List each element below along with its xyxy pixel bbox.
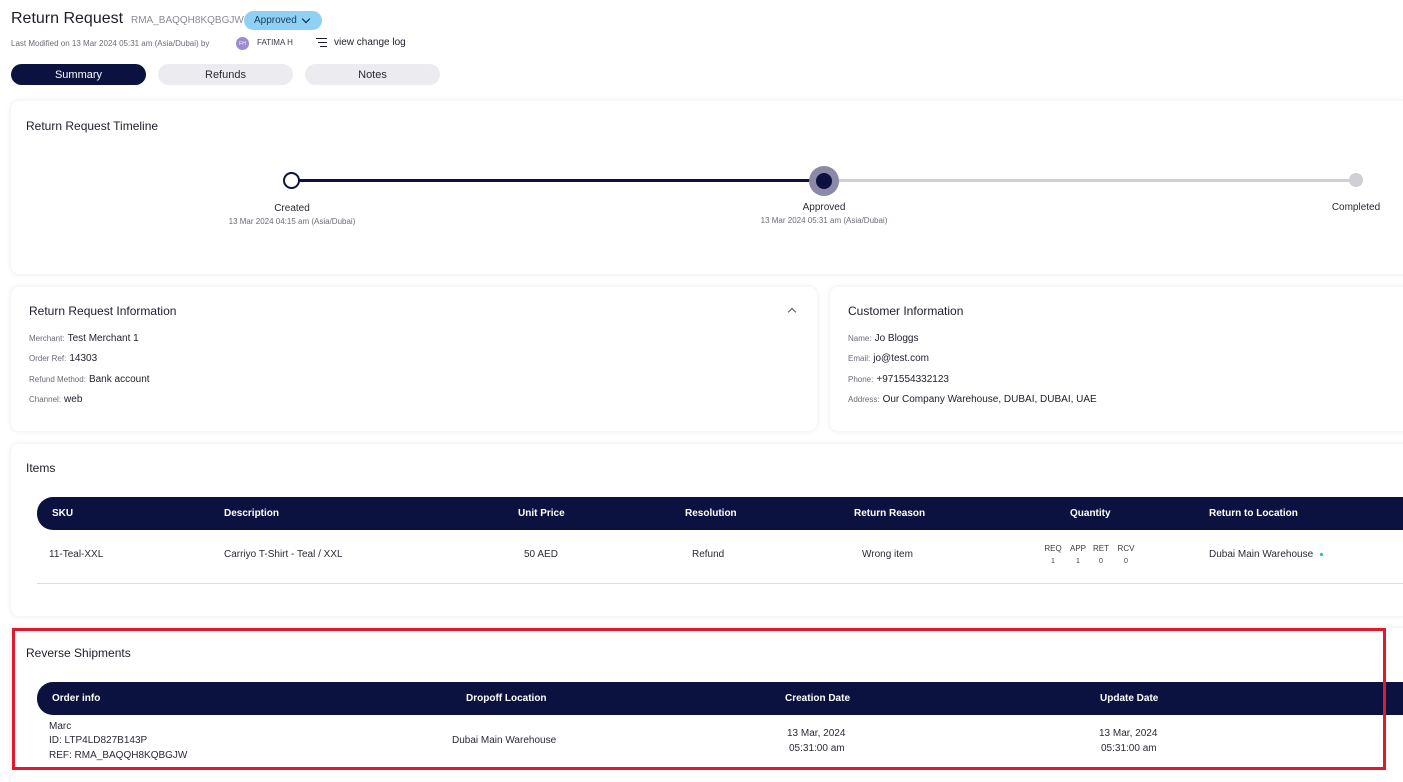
cell-resolution: Refund [692, 549, 725, 560]
field-label: Name: [848, 334, 872, 343]
field-label: Refund Method: [29, 375, 86, 384]
field-value: Test Merchant 1 [67, 333, 139, 344]
status-dot-icon [1320, 552, 1324, 556]
quantity-value-rcv: 0 [1124, 558, 1128, 565]
reverse-shipments-title: Reverse Shipments [26, 646, 131, 660]
field-name: Name: Jo Bloggs [848, 333, 918, 344]
field-value: web [64, 394, 83, 405]
field-value: jo@test.com [873, 353, 929, 364]
timeline-date-created: 13 Mar 2024 04:15 am (Asia/Dubai) [228, 217, 356, 226]
column-header-dropoff-location: Dropoff Location [466, 693, 547, 704]
customer-info-card: Customer Information Name: Jo Bloggs Emai… [830, 287, 1403, 431]
status-label: Approved [254, 15, 297, 26]
return-request-page: Return Request RMA_BAQQH8KQBGJW Approved… [0, 0, 1403, 782]
quantity-value-app: 1 [1076, 558, 1080, 565]
timeline-label-completed: Completed [1331, 202, 1381, 213]
column-header-unit-price: Unit Price [518, 508, 565, 519]
cell-creation-date: 13 Mar, 2024 [787, 728, 846, 739]
chevron-down-icon [301, 14, 311, 24]
field-value: Jo Bloggs [874, 333, 919, 344]
column-header-creation-date: Creation Date [785, 693, 851, 704]
quantity-label-req: REQ [1044, 544, 1062, 553]
return-info-card: Return Request Information Merchant: Test… [11, 287, 817, 431]
shipment-ref: REF: RMA_BAQQH8KQBGJW [49, 750, 188, 761]
return-info-title: Return Request Information [29, 304, 177, 318]
cell-return-reason: Wrong item [862, 549, 913, 560]
field-value: Our Company Warehouse, DUBAI, DUBAI, UAE [882, 394, 1097, 405]
timeline-card: Return Request Timeline Created 13 Mar 2… [11, 101, 1403, 274]
last-modified-text: Last Modified on 13 Mar 2024 05:31 am (A… [11, 39, 210, 48]
status-dropdown[interactable]: Approved [244, 11, 322, 30]
items-title: Items [26, 461, 56, 475]
field-refund-method: Refund Method: Bank account [29, 374, 150, 385]
quantity-value-req: 1 [1051, 558, 1055, 565]
timeline-label-created: Created [274, 203, 310, 214]
field-merchant: Merchant: Test Merchant 1 [29, 333, 139, 344]
field-phone: Phone: +971554332123 [848, 374, 949, 385]
field-label: Merchant: [29, 334, 65, 343]
timeline-date-approved: 13 Mar 2024 05:31 am (Asia/Dubai) [760, 216, 888, 225]
timeline-label-approved: Approved [802, 202, 846, 213]
field-value: 14303 [69, 353, 98, 364]
column-header-update-date: Update Date [1100, 693, 1159, 704]
field-value: +971554332123 [876, 374, 949, 385]
tab-summary[interactable]: Summary [11, 64, 146, 85]
reverse-shipments-card: Reverse Shipments Order info Dropoff Loc… [11, 628, 1403, 782]
tab-notes[interactable]: Notes [305, 64, 440, 85]
column-header-quantity: Quantity [1070, 508, 1111, 519]
field-email: Email: jo@test.com [848, 353, 929, 364]
items-table-header: SKU Description Unit Price Resolution Re… [37, 497, 1403, 530]
shipment-customer-name: Marc [49, 721, 72, 732]
field-label: Phone: [848, 375, 874, 384]
rma-number: RMA_BAQQH8KQBGJW [131, 15, 244, 26]
quantity-label-ret: RET [1093, 544, 1109, 553]
avatar: FH [236, 37, 249, 50]
cell-sku: 11-Teal-XXL [49, 549, 104, 560]
page-title: Return Request [11, 10, 124, 27]
column-header-order-info: Order info [52, 693, 101, 704]
customer-info-title: Customer Information [848, 304, 964, 318]
cell-description: Carriyo T-Shirt - Teal / XXL [224, 549, 343, 560]
column-header-sku: SKU [52, 508, 74, 519]
cell-update-time: 05:31:00 am [1101, 743, 1157, 754]
timeline-remaining-bar [824, 179, 1356, 182]
cell-creation-time: 05:31:00 am [789, 743, 845, 754]
field-label: Email: [848, 354, 871, 363]
column-header-return-reason: Return Reason [854, 508, 926, 519]
field-label: Order Ref: [29, 354, 67, 363]
timeline-progress-bar [291, 179, 824, 182]
location-name: Dubai Main Warehouse [1209, 549, 1314, 560]
column-header-description: Description [224, 508, 280, 519]
quantity-label-app: APP [1069, 544, 1086, 553]
field-label: Channel: [29, 395, 62, 404]
timeline-title: Return Request Timeline [26, 119, 159, 133]
cell-dropoff-location: Dubai Main Warehouse [452, 735, 557, 746]
list-icon[interactable] [316, 38, 327, 47]
quantity-label-rcv: RCV [1117, 544, 1135, 553]
items-card: Items SKU Description Unit Price Resolut… [11, 444, 1403, 616]
column-header-resolution: Resolution [685, 508, 737, 519]
field-value: Bank account [88, 374, 150, 385]
field-label: Address: [848, 395, 880, 404]
view-change-log-link[interactable]: view change log [334, 37, 406, 48]
field-address: Address: Our Company Warehouse, DUBAI, DU… [848, 394, 1097, 405]
cell-return-location: Dubai Main Warehouse [1209, 549, 1324, 560]
tab-refunds[interactable]: Refunds [158, 64, 293, 85]
cell-unit-price: 50 AED [524, 549, 558, 560]
timeline-node-approved [816, 173, 832, 189]
timeline-node-created [283, 172, 300, 189]
row-divider [37, 583, 1403, 584]
modified-by-user: FATIMA H [257, 38, 293, 47]
shipments-table-header: Order info Dropoff Location Creation Dat… [37, 682, 1403, 715]
field-channel: Channel: web [29, 394, 82, 405]
cell-update-date: 13 Mar, 2024 [1099, 728, 1158, 739]
chevron-up-icon[interactable] [787, 307, 797, 317]
column-header-return-to-location: Return to Location [1209, 508, 1298, 519]
field-order-ref: Order Ref: 14303 [29, 353, 97, 364]
quantity-value-ret: 0 [1099, 558, 1103, 565]
timeline-node-completed [1349, 173, 1363, 187]
shipment-id[interactable]: ID: LTP4LD827B143P [49, 735, 147, 746]
